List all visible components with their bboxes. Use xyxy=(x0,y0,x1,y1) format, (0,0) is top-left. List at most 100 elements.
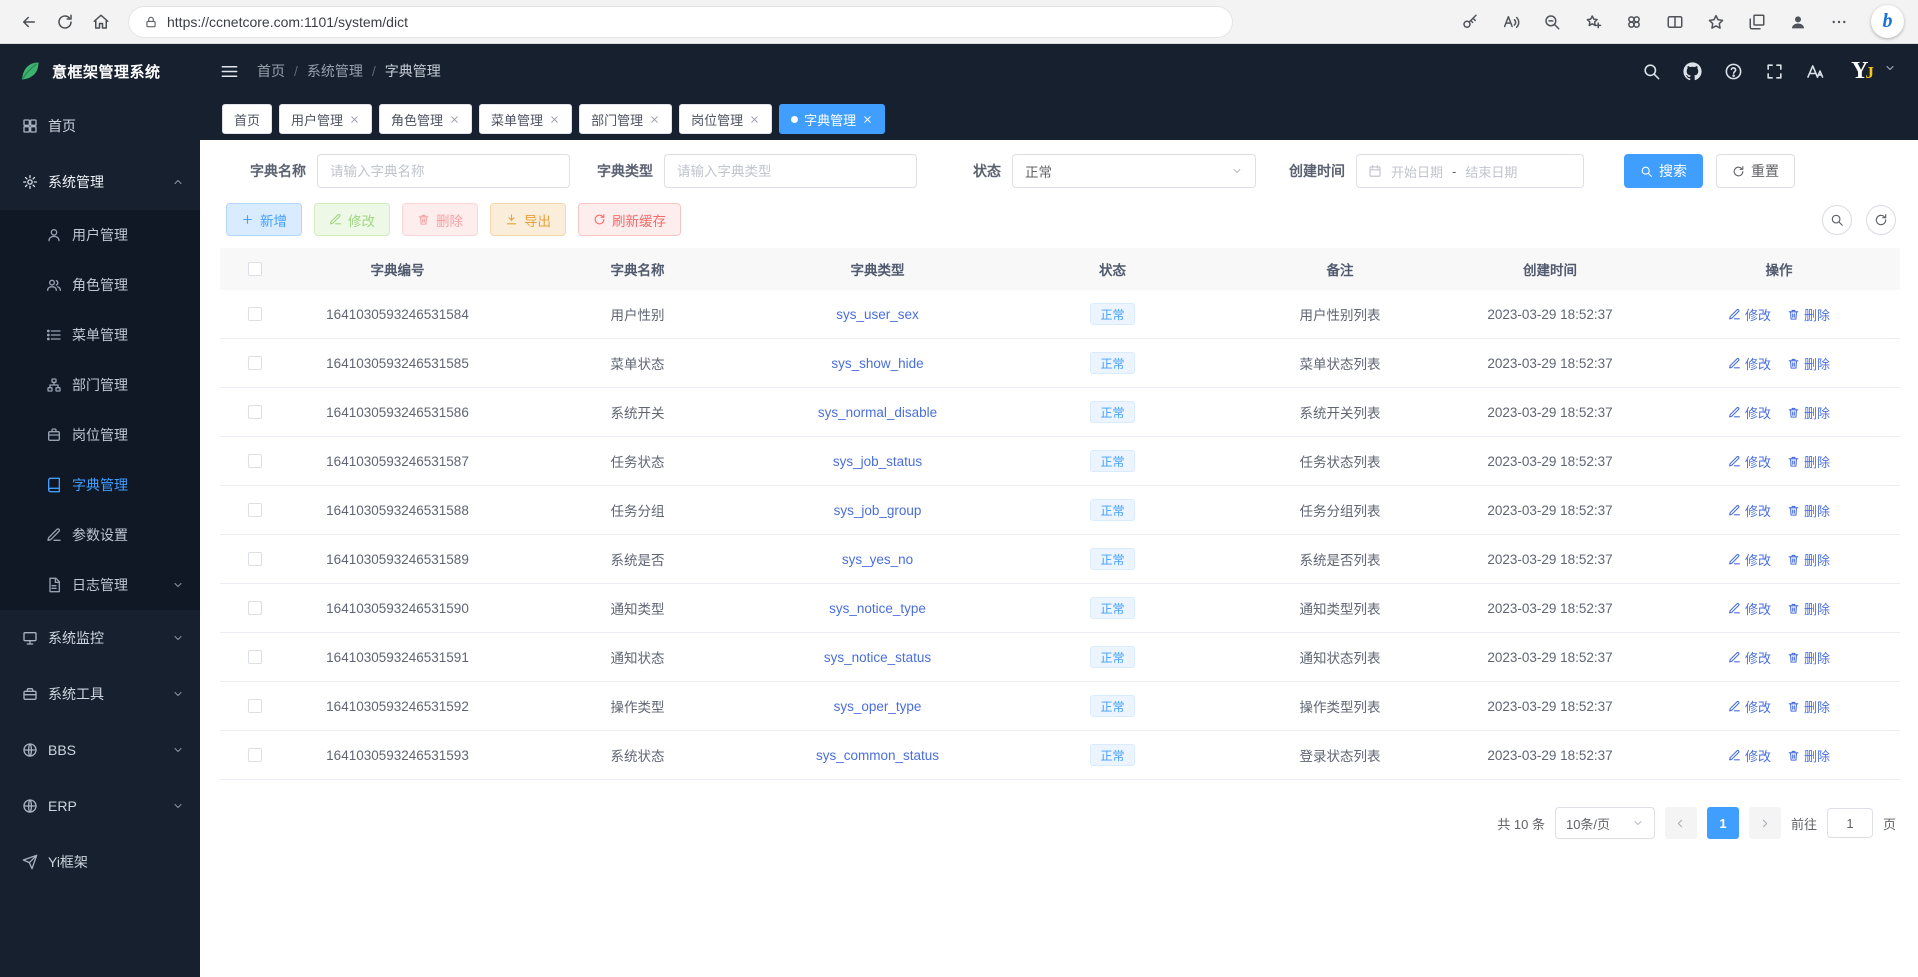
tab-dict-mgmt[interactable]: 字典管理 xyxy=(779,104,885,134)
row-checkbox[interactable] xyxy=(248,699,262,713)
edit-row-link[interactable]: 修改 xyxy=(1728,403,1771,422)
collapse-menu-icon[interactable] xyxy=(220,62,239,81)
github-icon[interactable] xyxy=(1683,62,1702,81)
export-button[interactable]: 导出 xyxy=(490,203,566,236)
goto-page-input[interactable] xyxy=(1827,808,1873,838)
delete-button[interactable]: 删除 xyxy=(402,203,478,236)
delete-row-link[interactable]: 删除 xyxy=(1787,648,1830,667)
sidebar-item-role-mgmt[interactable]: 角色管理 xyxy=(0,260,200,310)
breadcrumb-item[interactable]: 系统管理 xyxy=(307,61,363,81)
sidebar-item-dept-mgmt[interactable]: 部门管理 xyxy=(0,360,200,410)
dict-type-link[interactable]: sys_user_sex xyxy=(836,307,919,322)
address-bar[interactable]: https://ccnetcore.com:1101/system/dict xyxy=(128,6,1233,38)
tab-close-icon[interactable] xyxy=(349,114,360,125)
tab-close-icon[interactable] xyxy=(549,114,560,125)
sidebar-item-post-mgmt[interactable]: 岗位管理 xyxy=(0,410,200,460)
sidebar-item-param-settings[interactable]: 参数设置 xyxy=(0,510,200,560)
tab-home[interactable]: 首页 xyxy=(222,104,272,134)
dict-type-link[interactable]: sys_show_hide xyxy=(831,356,923,371)
edit-row-link[interactable]: 修改 xyxy=(1728,305,1771,324)
dict-type-link[interactable]: sys_notice_status xyxy=(824,650,931,665)
dict-type-link[interactable]: sys_job_status xyxy=(833,454,922,469)
tab-close-icon[interactable] xyxy=(449,114,460,125)
row-checkbox[interactable] xyxy=(248,503,262,517)
tab-user-mgmt[interactable]: 用户管理 xyxy=(279,104,372,134)
row-checkbox[interactable] xyxy=(248,650,262,664)
dict-type-link[interactable]: sys_normal_disable xyxy=(818,405,937,420)
add-button[interactable]: 新增 xyxy=(226,203,302,236)
password-key-icon[interactable] xyxy=(1457,9,1483,35)
edit-row-link[interactable]: 修改 xyxy=(1728,550,1771,569)
tab-post-mgmt[interactable]: 岗位管理 xyxy=(679,104,772,134)
delete-row-link[interactable]: 删除 xyxy=(1787,403,1830,422)
edit-row-link[interactable]: 修改 xyxy=(1728,697,1771,716)
sidebar-item-menu-mgmt[interactable]: 菜单管理 xyxy=(0,310,200,360)
more-options-icon[interactable] xyxy=(1826,9,1852,35)
refresh-cache-button[interactable]: 刷新缓存 xyxy=(578,203,681,236)
collections-icon[interactable] xyxy=(1744,9,1770,35)
dict-type-input[interactable] xyxy=(664,154,917,188)
tab-role-mgmt[interactable]: 角色管理 xyxy=(379,104,472,134)
extensions-icon[interactable] xyxy=(1621,9,1647,35)
next-page-button[interactable] xyxy=(1749,807,1781,839)
tab-dept-mgmt[interactable]: 部门管理 xyxy=(579,104,672,134)
dict-type-link[interactable]: sys_common_status xyxy=(816,748,939,763)
back-icon[interactable] xyxy=(14,7,44,37)
reset-button[interactable]: 重置 xyxy=(1716,154,1795,188)
delete-row-link[interactable]: 删除 xyxy=(1787,697,1830,716)
sidebar-item-system-mgmt[interactable]: 系统管理 xyxy=(0,154,200,210)
sidebar-item-log-mgmt[interactable]: 日志管理 xyxy=(0,560,200,610)
page-size-select[interactable]: 10条/页 xyxy=(1555,807,1655,839)
sidebar-item-dict-mgmt[interactable]: 字典管理 xyxy=(0,460,200,510)
date-range-picker[interactable]: 开始日期 - 结束日期 xyxy=(1356,154,1584,188)
help-icon[interactable] xyxy=(1724,62,1743,81)
dict-type-link[interactable]: sys_yes_no xyxy=(842,552,913,567)
home-icon[interactable] xyxy=(86,7,116,37)
font-size-icon[interactable] xyxy=(1806,62,1825,81)
edit-row-link[interactable]: 修改 xyxy=(1728,648,1771,667)
dict-type-link[interactable]: sys_job_group xyxy=(834,503,922,518)
user-avatar-logo[interactable]: YJ xyxy=(1851,59,1874,83)
delete-row-link[interactable]: 删除 xyxy=(1787,550,1830,569)
delete-row-link[interactable]: 删除 xyxy=(1787,305,1830,324)
edit-row-link[interactable]: 修改 xyxy=(1728,354,1771,373)
row-checkbox[interactable] xyxy=(248,454,262,468)
delete-row-link[interactable]: 删除 xyxy=(1787,746,1830,765)
prev-page-button[interactable] xyxy=(1665,807,1697,839)
delete-row-link[interactable]: 删除 xyxy=(1787,501,1830,520)
edit-row-link[interactable]: 修改 xyxy=(1728,746,1771,765)
tab-close-icon[interactable] xyxy=(649,114,660,125)
search-icon[interactable] xyxy=(1642,62,1661,81)
edit-row-link[interactable]: 修改 xyxy=(1728,599,1771,618)
delete-row-link[interactable]: 删除 xyxy=(1787,599,1830,618)
edit-row-link[interactable]: 修改 xyxy=(1728,452,1771,471)
sidebar-item-system-tools[interactable]: 系统工具 xyxy=(0,666,200,722)
edit-row-link[interactable]: 修改 xyxy=(1728,501,1771,520)
edit-button[interactable]: 修改 xyxy=(314,203,390,236)
row-checkbox[interactable] xyxy=(248,552,262,566)
row-checkbox[interactable] xyxy=(248,748,262,762)
delete-row-link[interactable]: 删除 xyxy=(1787,452,1830,471)
status-select[interactable]: 正常 xyxy=(1012,154,1256,188)
dict-name-input[interactable] xyxy=(317,154,570,188)
toggle-search-button[interactable] xyxy=(1822,205,1852,235)
dict-type-link[interactable]: sys_oper_type xyxy=(834,699,922,714)
bing-icon[interactable]: b xyxy=(1871,5,1904,38)
row-checkbox[interactable] xyxy=(248,601,262,615)
split-screen-icon[interactable] xyxy=(1662,9,1688,35)
refresh-icon[interactable] xyxy=(50,7,80,37)
row-checkbox[interactable] xyxy=(248,405,262,419)
sidebar-item-yi-framework[interactable]: Yi框架 xyxy=(0,834,200,890)
select-all-checkbox[interactable] xyxy=(248,262,262,276)
profile-avatar-icon[interactable] xyxy=(1785,9,1811,35)
row-checkbox[interactable] xyxy=(248,356,262,370)
dict-type-link[interactable]: sys_notice_type xyxy=(829,601,926,616)
read-aloud-icon[interactable] xyxy=(1498,9,1524,35)
sidebar-item-bbs[interactable]: BBS xyxy=(0,722,200,778)
refresh-table-button[interactable] xyxy=(1866,205,1896,235)
tab-menu-mgmt[interactable]: 菜单管理 xyxy=(479,104,572,134)
search-button[interactable]: 搜索 xyxy=(1624,154,1703,188)
favorites-bar-icon[interactable] xyxy=(1703,9,1729,35)
row-checkbox[interactable] xyxy=(248,307,262,321)
tab-close-icon[interactable] xyxy=(749,114,760,125)
